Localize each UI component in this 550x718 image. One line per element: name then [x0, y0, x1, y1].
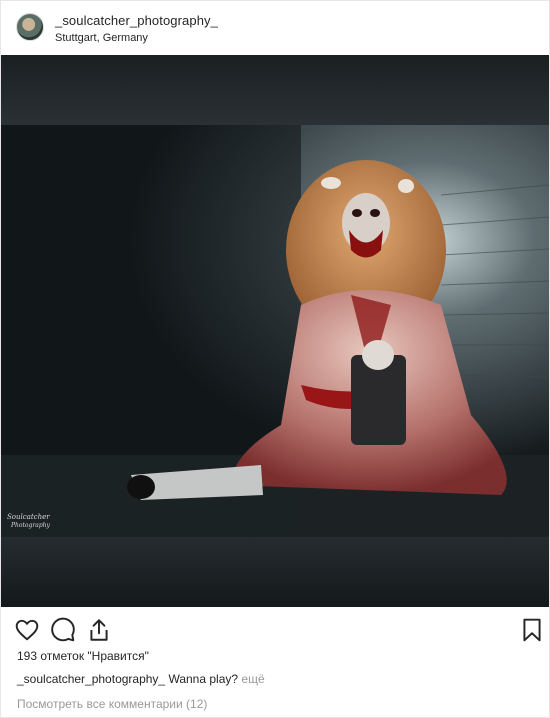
caption-text: Wanna play? [168, 672, 239, 686]
avatar[interactable] [16, 13, 44, 41]
view-all-comments-link[interactable]: Посмотреть все комментарии (12) [17, 697, 207, 711]
instagram-post: _soulcatcher_photography_ Stuttgart, Ger… [0, 0, 550, 718]
post-username[interactable]: _soulcatcher_photography_ [55, 13, 218, 28]
save-button[interactable] [519, 617, 545, 643]
comment-button[interactable] [50, 617, 76, 643]
share-icon [90, 619, 108, 641]
likes-count[interactable]: 193 отметок "Нравится" [17, 649, 149, 663]
like-button[interactable] [14, 617, 40, 643]
photo-watermark: Soulcatcher [7, 513, 50, 521]
photo-illustration: Soulcatcher Photography [1, 55, 549, 607]
heart-icon [15, 619, 39, 641]
caption-username[interactable]: _soulcatcher_photography_ [17, 672, 165, 686]
post-header: _soulcatcher_photography_ Stuttgart, Ger… [1, 1, 549, 55]
post-caption: _soulcatcher_photography_ Wanna play? ещ… [17, 672, 265, 686]
post-photo[interactable]: Soulcatcher Photography [1, 55, 549, 607]
svg-text:Photography: Photography [10, 522, 51, 529]
share-button[interactable] [86, 617, 112, 643]
comment-icon [51, 617, 75, 642]
bookmark-icon [523, 618, 541, 642]
caption-more-link[interactable]: ещё [241, 672, 264, 686]
post-location[interactable]: Stuttgart, Germany [55, 32, 148, 44]
action-bar [1, 607, 549, 647]
